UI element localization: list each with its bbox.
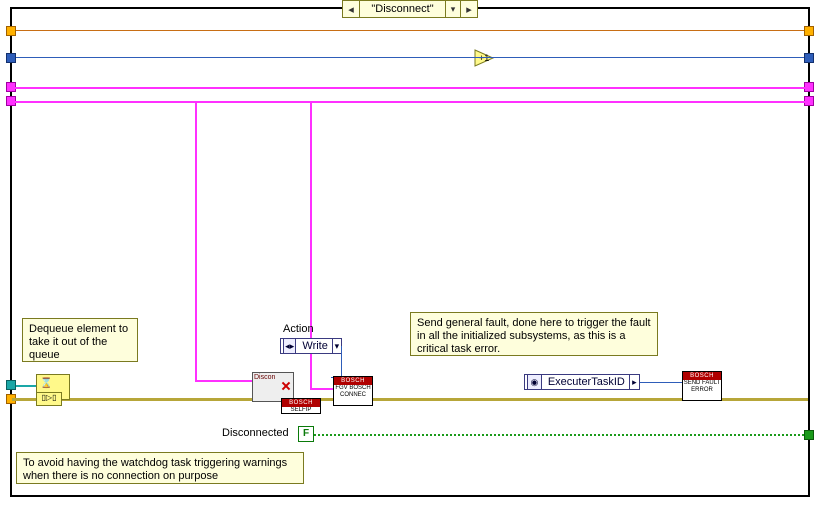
chevron-down-icon[interactable]: ▾: [332, 339, 341, 353]
case-selector[interactable]: ◂ "Disconnect" ▾ ▸: [342, 0, 478, 18]
chevron-right-icon: ▸: [629, 375, 639, 389]
wire-blue-taskid: [640, 382, 682, 383]
action-write-text: Write: [298, 340, 331, 352]
tunnel-right-orange: [804, 26, 814, 36]
wire-magenta-top-2: [12, 101, 808, 103]
case-prev-button[interactable]: ◂: [343, 1, 360, 17]
increment-node: +1: [473, 48, 499, 68]
executer-task-id-text: ExecuterTaskID: [544, 376, 629, 388]
tunnel-left-orange: [6, 26, 16, 36]
close-icon: [281, 381, 291, 391]
wire-green-dotted: [314, 434, 808, 436]
tunnel-left-teal: [6, 380, 16, 390]
ring-glyph-icon: ◂▸: [283, 338, 296, 354]
executer-task-id-ring[interactable]: ◉ ExecuterTaskID ▸: [524, 374, 640, 390]
label-disconnected: Disconnected: [222, 427, 289, 439]
wire-blue-top: [12, 57, 808, 58]
subvi-selfip: SELFIP: [281, 398, 321, 414]
subvi-send-fault-text: SEND FAULT ERROR: [684, 380, 721, 393]
wire-magenta-drop-1: [195, 101, 197, 381]
comment-watchdog: To avoid having the watchdog task trigge…: [16, 452, 304, 484]
comment-fault: Send general fault, done here to trigger…: [410, 312, 658, 356]
wire-magenta-lead-2: [310, 388, 334, 390]
case-dropdown[interactable]: ▾: [446, 1, 460, 17]
subvi-selfip-text: SELFIP: [291, 407, 312, 413]
disconnect-subvi-text: Discon: [254, 374, 275, 381]
increment-label: +1: [479, 53, 489, 63]
subvi-send-fault-error: SEND FAULT ERROR: [682, 371, 722, 401]
wire-magenta-top-1: [12, 87, 808, 89]
boolean-false-constant: F: [298, 426, 314, 442]
comment-dequeue: Dequeue element to take it out of the qu…: [22, 318, 138, 362]
tunnel-right-blue-top: [804, 53, 814, 63]
subvi-fgv-connection: FGV BOSCH CONNEC: [333, 376, 373, 406]
action-write-ring[interactable]: ◂▸ Write ▾: [280, 338, 342, 354]
dequeue-io-icon: ▯▷▯: [36, 392, 62, 406]
wire-orange-top: [12, 30, 808, 31]
case-label: "Disconnect": [360, 1, 446, 17]
ring-glyph-icon-2: ◉: [527, 374, 542, 390]
case-structure-frame: [10, 7, 810, 497]
label-action: Action: [283, 323, 314, 335]
case-next-button[interactable]: ▸: [460, 1, 477, 17]
subvi-fgv-text: FGV BOSCH CONNEC: [335, 385, 370, 398]
tunnel-left-blue-top: [6, 53, 16, 63]
wire-teal-short: [16, 385, 36, 387]
wire-blue-action-v: [341, 346, 342, 377]
hourglass-icon: ⌛: [40, 378, 52, 389]
